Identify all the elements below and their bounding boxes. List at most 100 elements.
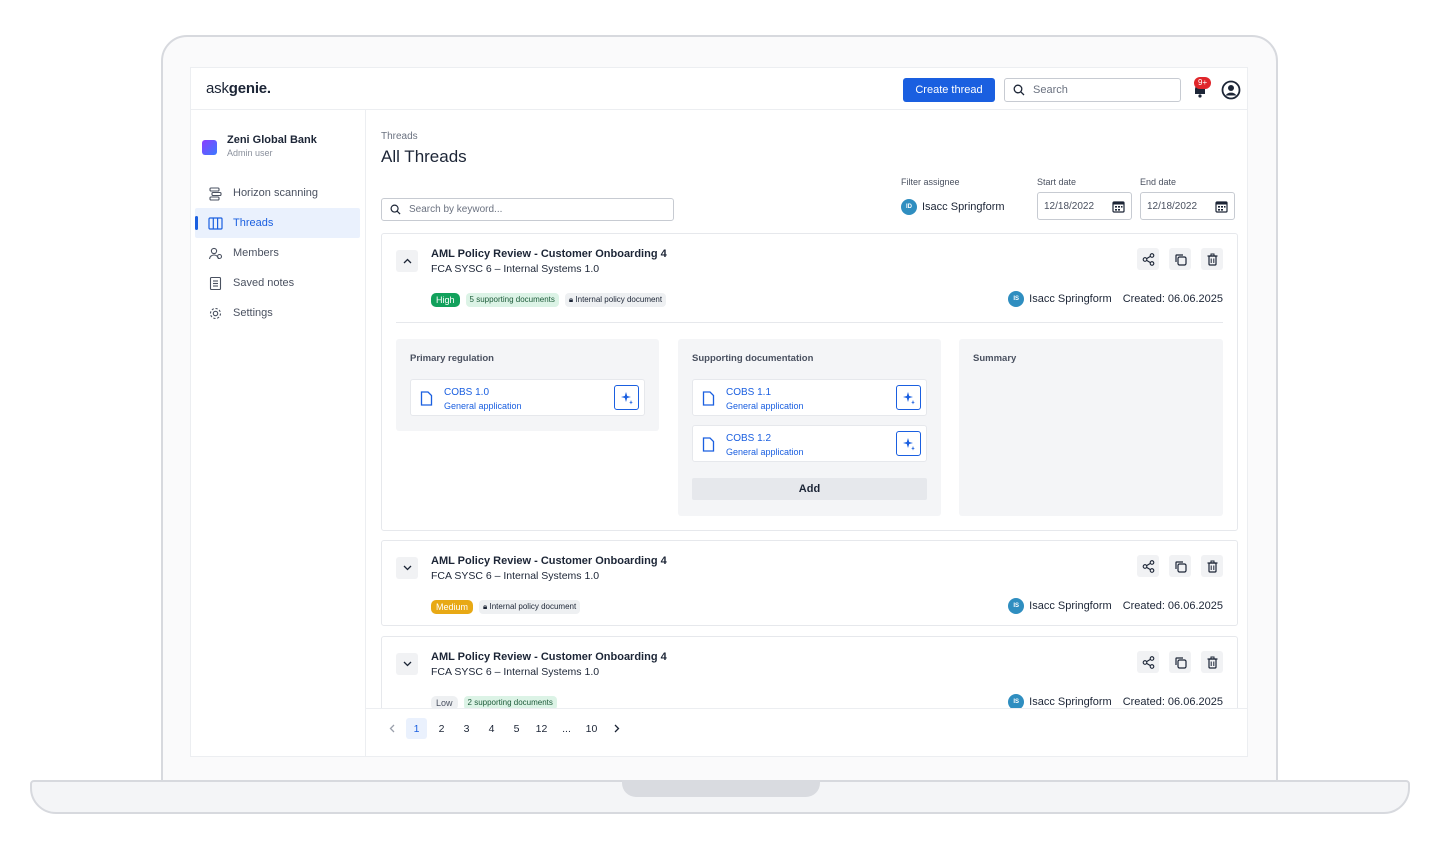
org-switcher[interactable]: Zeni Global Bank Admin user <box>202 134 317 158</box>
sidebar-item-label: Threads <box>233 217 274 229</box>
ai-assist-button[interactable] <box>614 385 639 410</box>
sidebar-item-label: Saved notes <box>233 277 295 289</box>
thread-card: AML Policy Review - Customer Onboarding … <box>381 233 1238 531</box>
sparkle-icon <box>620 391 633 404</box>
page-button[interactable]: 10 <box>581 718 602 739</box>
create-thread-button[interactable]: Create thread <box>903 78 995 102</box>
collapse-button[interactable] <box>396 250 418 272</box>
thread-meta: IS Isacc Springform Created: 06.06.2025 <box>1008 291 1223 307</box>
page-button[interactable]: 5 <box>506 718 527 739</box>
calendar-icon[interactable] <box>1112 200 1125 213</box>
page-button[interactable]: 3 <box>456 718 477 739</box>
thread-card: AML Policy Review - Customer Onboarding … <box>381 540 1238 626</box>
priority-badge: High <box>431 293 460 307</box>
created-date: Created: 06.06.2025 <box>1122 293 1223 305</box>
thread-subtitle: FCA SYSC 6 – Internal Systems 1.0 <box>431 570 600 582</box>
columns-icon <box>208 216 223 230</box>
end-date-field[interactable]: 12/18/2022 <box>1140 192 1235 220</box>
internal-policy-label: Internal policy document <box>489 602 577 611</box>
copy-icon <box>1174 253 1187 266</box>
thread-title[interactable]: AML Policy Review - Customer Onboarding … <box>431 651 667 663</box>
thread-tags: Medium 🔒︎ Internal policy document <box>431 600 581 614</box>
duplicate-button[interactable] <box>1169 248 1191 270</box>
panel-title: Summary <box>973 353 1017 364</box>
duplicate-button[interactable] <box>1169 555 1191 577</box>
created-date: Created: 06.06.2025 <box>1122 600 1223 612</box>
trash-icon <box>1207 656 1217 669</box>
share-button[interactable] <box>1137 248 1159 270</box>
internal-policy-label: Internal policy document <box>575 295 663 304</box>
keyword-search-input[interactable]: Search by keyword... <box>381 198 674 221</box>
delete-button[interactable] <box>1201 555 1223 577</box>
panel-title: Primary regulation <box>410 353 494 364</box>
document-subtitle: General application <box>726 401 804 411</box>
divider <box>396 322 1223 323</box>
global-search-input[interactable]: Search <box>1004 78 1181 102</box>
horizon-icon <box>209 186 222 201</box>
sidebar-item-members[interactable]: Members <box>195 238 360 268</box>
members-icon <box>208 247 223 259</box>
document-name: COBS 1.0 <box>444 387 490 398</box>
thread-title[interactable]: AML Policy Review - Customer Onboarding … <box>431 248 667 260</box>
internal-policy-badge: 🔒︎ Internal policy document <box>479 600 581 614</box>
breadcrumb[interactable]: Threads <box>381 131 418 142</box>
document-name: COBS 1.2 <box>726 433 772 444</box>
app-screen: askgenie. Create thread Search 9+ Zeni G… <box>190 67 1248 757</box>
owner-name: Isacc Springform <box>1029 696 1112 708</box>
org-logo-icon <box>202 140 217 155</box>
org-name: Zeni Global Bank <box>227 134 317 146</box>
page-title: All Threads <box>381 147 467 166</box>
sidebar-item-threads[interactable]: Threads <box>195 208 360 238</box>
document-item[interactable]: COBS 1.0 General application <box>410 379 645 416</box>
document-item[interactable]: COBS 1.2 General application <box>692 425 927 462</box>
ai-assist-button[interactable] <box>896 385 921 410</box>
thread-subtitle: FCA SYSC 6 – Internal Systems 1.0 <box>431 666 600 678</box>
assignee-name: Isacc Springform <box>922 201 1005 213</box>
delete-button[interactable] <box>1201 248 1223 270</box>
main-content: Threads All Threads Search by keyword...… <box>366 110 1247 756</box>
notes-icon <box>209 276 222 290</box>
thread-actions <box>1137 651 1223 673</box>
page-button[interactable]: 12 <box>531 718 552 739</box>
priority-badge: Medium <box>431 600 474 614</box>
supporting-docs-badge: 5 supporting documents <box>465 293 559 307</box>
ai-assist-button[interactable] <box>896 431 921 456</box>
sidebar-item-horizon-scanning[interactable]: Horizon scanning <box>195 178 360 208</box>
sidebar-item-saved-notes[interactable]: Saved notes <box>195 268 360 298</box>
sparkle-icon <box>902 437 915 450</box>
user-profile-icon[interactable] <box>1221 80 1241 100</box>
pagination: 1 2 3 4 5 12 ... 10 <box>381 718 627 739</box>
duplicate-button[interactable] <box>1169 651 1191 673</box>
thread-meta: IS Isacc Springform Created: 06.06.2025 <box>1008 598 1223 614</box>
share-button[interactable] <box>1137 555 1159 577</box>
document-subtitle: General application <box>444 401 522 411</box>
add-document-button[interactable]: Add <box>692 478 927 500</box>
page-ellipsis: ... <box>562 722 571 735</box>
share-icon <box>1142 655 1154 669</box>
expand-button[interactable] <box>396 653 418 675</box>
calendar-icon[interactable] <box>1215 200 1228 213</box>
copy-icon <box>1174 560 1187 573</box>
page-button[interactable]: 2 <box>431 718 452 739</box>
thread-tags: High 5 supporting documents 🔒︎ Internal … <box>431 293 667 307</box>
filter-assignee-select[interactable]: ID Isacc Springform <box>901 199 1005 215</box>
share-button[interactable] <box>1137 651 1159 673</box>
page-button[interactable]: 4 <box>481 718 502 739</box>
sidebar-item-settings[interactable]: Settings <box>195 298 360 328</box>
chevron-down-icon <box>403 661 411 667</box>
prev-page-button[interactable] <box>381 718 402 739</box>
app-logo[interactable]: askgenie. <box>206 80 271 97</box>
sidebar-item-label: Settings <box>233 307 273 319</box>
sparkle-icon <box>902 391 915 404</box>
delete-button[interactable] <box>1201 651 1223 673</box>
thread-title[interactable]: AML Policy Review - Customer Onboarding … <box>431 555 667 567</box>
created-date: Created: 06.06.2025 <box>1122 696 1223 708</box>
start-date-field[interactable]: 12/18/2022 <box>1037 192 1132 220</box>
expand-button[interactable] <box>396 557 418 579</box>
document-item[interactable]: COBS 1.1 General application <box>692 379 927 416</box>
global-search-placeholder: Search <box>1033 84 1068 96</box>
next-page-button[interactable] <box>606 718 627 739</box>
document-name: COBS 1.1 <box>726 387 772 398</box>
chevron-right-icon <box>614 724 619 733</box>
page-button[interactable]: 1 <box>406 718 427 739</box>
